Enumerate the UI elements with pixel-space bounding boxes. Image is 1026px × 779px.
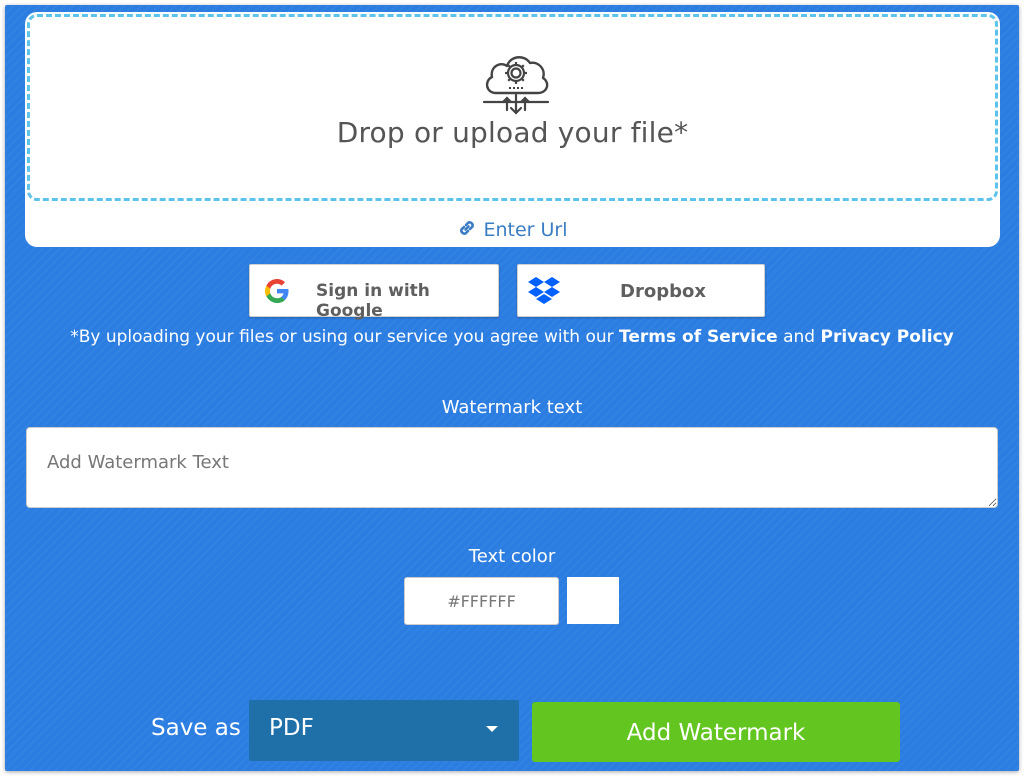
enter-url-link[interactable]: Enter Url xyxy=(25,218,1000,241)
terms-notice: *By uploading your files or using our se… xyxy=(5,327,1019,347)
format-selected-value: PDF xyxy=(269,715,314,741)
dropbox-label: Dropbox xyxy=(620,281,706,302)
format-select[interactable]: PDF xyxy=(249,700,519,761)
privacy-policy-link[interactable]: Privacy Policy xyxy=(821,327,954,347)
terms-of-service-link[interactable]: Terms of Service xyxy=(619,327,778,347)
cloud-gear-icon xyxy=(482,56,550,115)
terms-and: and xyxy=(783,327,816,347)
caret-down-icon xyxy=(486,726,498,732)
drop-upload-text: Drop or upload your file* xyxy=(336,116,689,149)
link-icon xyxy=(460,221,475,235)
google-icon xyxy=(265,279,289,303)
google-signin-label: Sign in with Google xyxy=(316,281,430,321)
color-swatch[interactable] xyxy=(567,577,619,624)
add-watermark-button[interactable]: Add Watermark xyxy=(532,702,900,762)
dropbox-button[interactable]: Dropbox xyxy=(517,264,765,317)
save-as-label: Save as xyxy=(151,715,241,741)
google-signin-button[interactable]: Sign in with Google xyxy=(249,264,499,321)
enter-url-label: Enter Url xyxy=(483,219,568,241)
text-color-input[interactable] xyxy=(404,577,559,625)
terms-prefix: *By uploading your files or using our se… xyxy=(70,327,614,347)
watermark-text-label: Watermark text xyxy=(441,397,583,418)
upload-card: Drop or upload your file* Enter Url xyxy=(25,12,1000,247)
text-color-label: Text color xyxy=(468,546,556,567)
main-panel: Drop or upload your file* Enter Url Sign… xyxy=(5,5,1019,771)
watermark-text-input[interactable] xyxy=(26,427,998,508)
file-dropzone[interactable]: Drop or upload your file* xyxy=(27,14,998,201)
